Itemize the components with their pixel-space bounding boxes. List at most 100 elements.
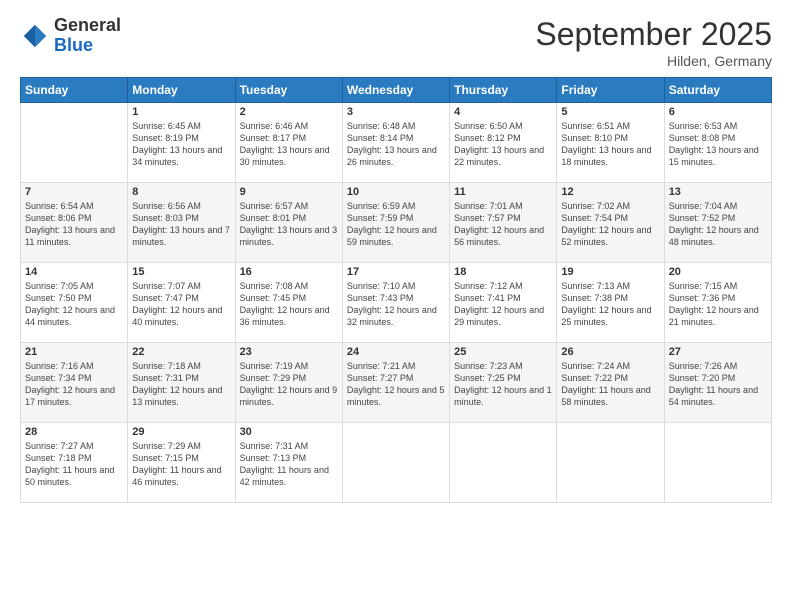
day-info: Sunrise: 7:15 AM Sunset: 7:36 PM Dayligh… (669, 280, 767, 329)
sunrise-text: Sunrise: 7:21 AM (347, 361, 416, 371)
sunrise-text: Sunrise: 7:15 AM (669, 281, 738, 291)
day-info: Sunrise: 7:13 AM Sunset: 7:38 PM Dayligh… (561, 280, 659, 329)
day-number: 5 (561, 106, 659, 118)
calendar-week-4: 21 Sunrise: 7:16 AM Sunset: 7:34 PM Dayl… (21, 343, 772, 423)
table-row: 5 Sunrise: 6:51 AM Sunset: 8:10 PM Dayli… (557, 103, 664, 183)
table-row: 16 Sunrise: 7:08 AM Sunset: 7:45 PM Dayl… (235, 263, 342, 343)
calendar-week-1: 1 Sunrise: 6:45 AM Sunset: 8:19 PM Dayli… (21, 103, 772, 183)
day-number: 29 (132, 426, 230, 438)
sunrise-text: Sunrise: 7:07 AM (132, 281, 201, 291)
daylight-text: Daylight: 11 hours and 46 minutes. (132, 465, 221, 487)
table-row: 23 Sunrise: 7:19 AM Sunset: 7:29 PM Dayl… (235, 343, 342, 423)
sunset-text: Sunset: 8:17 PM (240, 133, 307, 143)
day-number: 9 (240, 186, 338, 198)
table-row (557, 423, 664, 503)
day-info: Sunrise: 7:12 AM Sunset: 7:41 PM Dayligh… (454, 280, 552, 329)
day-info: Sunrise: 7:21 AM Sunset: 7:27 PM Dayligh… (347, 360, 445, 409)
sunset-text: Sunset: 7:43 PM (347, 293, 414, 303)
sunset-text: Sunset: 7:54 PM (561, 213, 628, 223)
header-thursday: Thursday (450, 78, 557, 103)
table-row: 4 Sunrise: 6:50 AM Sunset: 8:12 PM Dayli… (450, 103, 557, 183)
day-number: 25 (454, 346, 552, 358)
day-info: Sunrise: 7:31 AM Sunset: 7:13 PM Dayligh… (240, 440, 338, 489)
sunset-text: Sunset: 7:59 PM (347, 213, 414, 223)
day-info: Sunrise: 7:16 AM Sunset: 7:34 PM Dayligh… (25, 360, 123, 409)
sunrise-text: Sunrise: 7:04 AM (669, 201, 738, 211)
logo-general: General (54, 16, 121, 36)
daylight-text: Daylight: 13 hours and 3 minutes. (240, 225, 338, 247)
day-number: 15 (132, 266, 230, 278)
logo: General Blue (20, 16, 121, 56)
table-row: 29 Sunrise: 7:29 AM Sunset: 7:15 PM Dayl… (128, 423, 235, 503)
day-info: Sunrise: 6:53 AM Sunset: 8:08 PM Dayligh… (669, 120, 767, 169)
day-info: Sunrise: 7:19 AM Sunset: 7:29 PM Dayligh… (240, 360, 338, 409)
sunrise-text: Sunrise: 6:50 AM (454, 121, 523, 131)
sunrise-text: Sunrise: 7:01 AM (454, 201, 523, 211)
sunrise-text: Sunrise: 6:45 AM (132, 121, 201, 131)
header-wednesday: Wednesday (342, 78, 449, 103)
sunrise-text: Sunrise: 7:08 AM (240, 281, 309, 291)
day-info: Sunrise: 6:48 AM Sunset: 8:14 PM Dayligh… (347, 120, 445, 169)
daylight-text: Daylight: 12 hours and 56 minutes. (454, 225, 544, 247)
sunset-text: Sunset: 7:52 PM (669, 213, 736, 223)
sunrise-text: Sunrise: 6:54 AM (25, 201, 94, 211)
header-tuesday: Tuesday (235, 78, 342, 103)
day-number: 24 (347, 346, 445, 358)
daylight-text: Daylight: 12 hours and 17 minutes. (25, 385, 115, 407)
daylight-text: Daylight: 12 hours and 9 minutes. (240, 385, 338, 407)
day-info: Sunrise: 6:51 AM Sunset: 8:10 PM Dayligh… (561, 120, 659, 169)
logo-icon (20, 21, 50, 51)
day-info: Sunrise: 6:50 AM Sunset: 8:12 PM Dayligh… (454, 120, 552, 169)
table-row (664, 423, 771, 503)
day-number: 4 (454, 106, 552, 118)
daylight-text: Daylight: 11 hours and 58 minutes. (561, 385, 650, 407)
sunset-text: Sunset: 7:36 PM (669, 293, 736, 303)
sunset-text: Sunset: 7:47 PM (132, 293, 199, 303)
table-row: 10 Sunrise: 6:59 AM Sunset: 7:59 PM Dayl… (342, 183, 449, 263)
day-number: 7 (25, 186, 123, 198)
daylight-text: Daylight: 13 hours and 15 minutes. (669, 145, 759, 167)
day-number: 2 (240, 106, 338, 118)
day-info: Sunrise: 6:46 AM Sunset: 8:17 PM Dayligh… (240, 120, 338, 169)
header-sunday: Sunday (21, 78, 128, 103)
day-info: Sunrise: 7:04 AM Sunset: 7:52 PM Dayligh… (669, 200, 767, 249)
day-info: Sunrise: 7:26 AM Sunset: 7:20 PM Dayligh… (669, 360, 767, 409)
day-number: 26 (561, 346, 659, 358)
sunset-text: Sunset: 7:38 PM (561, 293, 628, 303)
sunset-text: Sunset: 7:13 PM (240, 453, 307, 463)
table-row: 27 Sunrise: 7:26 AM Sunset: 7:20 PM Dayl… (664, 343, 771, 423)
day-info: Sunrise: 7:02 AM Sunset: 7:54 PM Dayligh… (561, 200, 659, 249)
day-info: Sunrise: 7:10 AM Sunset: 7:43 PM Dayligh… (347, 280, 445, 329)
table-row: 3 Sunrise: 6:48 AM Sunset: 8:14 PM Dayli… (342, 103, 449, 183)
daylight-text: Daylight: 12 hours and 52 minutes. (561, 225, 651, 247)
sunrise-text: Sunrise: 6:56 AM (132, 201, 201, 211)
daylight-text: Daylight: 12 hours and 13 minutes. (132, 385, 222, 407)
table-row: 6 Sunrise: 6:53 AM Sunset: 8:08 PM Dayli… (664, 103, 771, 183)
daylight-text: Daylight: 13 hours and 18 minutes. (561, 145, 651, 167)
table-row: 20 Sunrise: 7:15 AM Sunset: 7:36 PM Dayl… (664, 263, 771, 343)
sunrise-text: Sunrise: 7:10 AM (347, 281, 416, 291)
day-number: 8 (132, 186, 230, 198)
daylight-text: Daylight: 12 hours and 5 minutes. (347, 385, 445, 407)
day-number: 19 (561, 266, 659, 278)
table-row: 24 Sunrise: 7:21 AM Sunset: 7:27 PM Dayl… (342, 343, 449, 423)
table-row: 15 Sunrise: 7:07 AM Sunset: 7:47 PM Dayl… (128, 263, 235, 343)
day-number: 17 (347, 266, 445, 278)
table-row (21, 103, 128, 183)
day-number: 12 (561, 186, 659, 198)
day-number: 11 (454, 186, 552, 198)
calendar-week-3: 14 Sunrise: 7:05 AM Sunset: 7:50 PM Dayl… (21, 263, 772, 343)
day-info: Sunrise: 7:01 AM Sunset: 7:57 PM Dayligh… (454, 200, 552, 249)
sunrise-text: Sunrise: 7:19 AM (240, 361, 309, 371)
day-number: 3 (347, 106, 445, 118)
sunset-text: Sunset: 8:06 PM (25, 213, 92, 223)
header-saturday: Saturday (664, 78, 771, 103)
daylight-text: Daylight: 12 hours and 32 minutes. (347, 305, 437, 327)
table-row (342, 423, 449, 503)
calendar-header-row: Sunday Monday Tuesday Wednesday Thursday… (21, 78, 772, 103)
day-info: Sunrise: 7:08 AM Sunset: 7:45 PM Dayligh… (240, 280, 338, 329)
sunset-text: Sunset: 8:08 PM (669, 133, 736, 143)
table-row: 12 Sunrise: 7:02 AM Sunset: 7:54 PM Dayl… (557, 183, 664, 263)
day-info: Sunrise: 7:05 AM Sunset: 7:50 PM Dayligh… (25, 280, 123, 329)
sunset-text: Sunset: 8:14 PM (347, 133, 414, 143)
